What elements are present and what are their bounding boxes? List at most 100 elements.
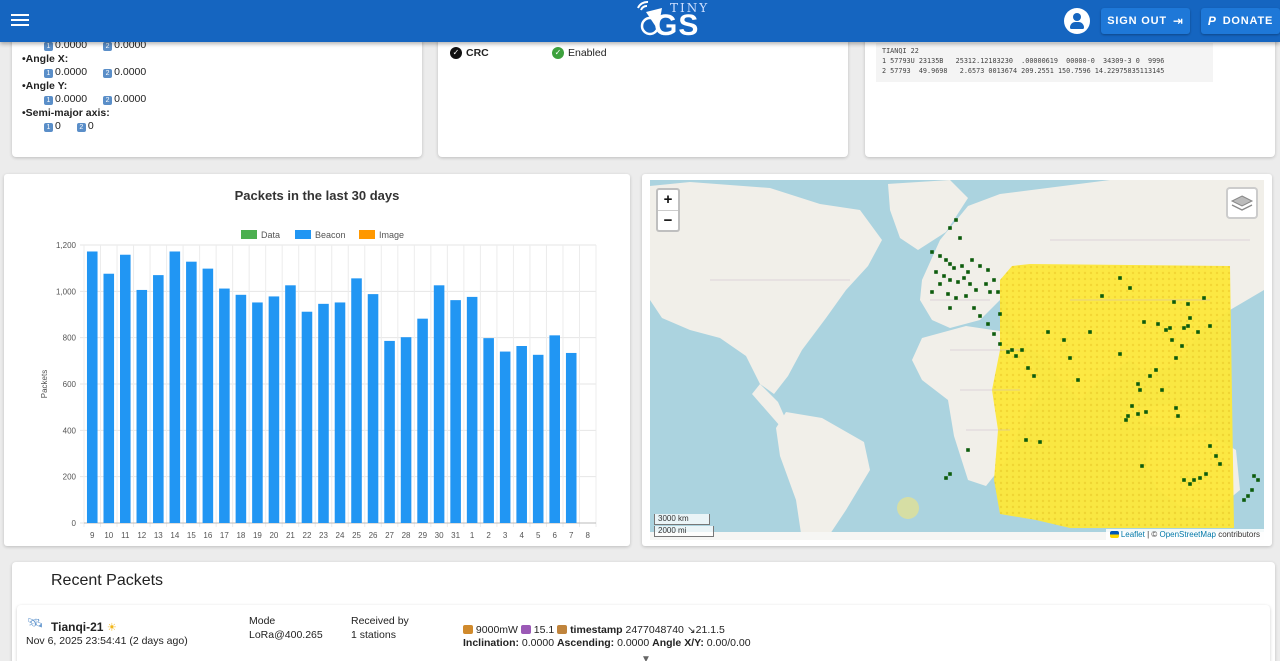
- station-marker[interactable]: [1024, 438, 1028, 442]
- station-marker[interactable]: [986, 322, 990, 326]
- station-marker[interactable]: [1144, 410, 1148, 414]
- station-marker[interactable]: [974, 288, 978, 292]
- station-marker[interactable]: [954, 218, 958, 222]
- packet-satellite-name[interactable]: Tianqi-21 ☀: [51, 620, 117, 634]
- sign-out-button[interactable]: SIGN OUT ⇥: [1101, 8, 1190, 34]
- station-marker[interactable]: [1128, 286, 1132, 290]
- station-marker[interactable]: [1118, 352, 1122, 356]
- station-marker[interactable]: [1246, 494, 1250, 498]
- station-marker[interactable]: [948, 278, 952, 282]
- station-marker[interactable]: [930, 250, 934, 254]
- station-marker[interactable]: [972, 306, 976, 310]
- station-marker[interactable]: [1088, 330, 1092, 334]
- leaflet-link[interactable]: Leaflet: [1121, 530, 1145, 539]
- station-marker[interactable]: [1026, 366, 1030, 370]
- station-marker[interactable]: [1202, 296, 1206, 300]
- station-marker[interactable]: [966, 270, 970, 274]
- station-marker[interactable]: [992, 278, 996, 282]
- station-marker[interactable]: [944, 476, 948, 480]
- station-marker[interactable]: [1174, 406, 1178, 410]
- station-marker[interactable]: [1180, 344, 1184, 348]
- station-marker[interactable]: [952, 266, 956, 270]
- station-marker[interactable]: [1256, 478, 1260, 482]
- zoom-out-button[interactable]: −: [658, 210, 678, 230]
- station-marker[interactable]: [956, 280, 960, 284]
- station-marker[interactable]: [1160, 388, 1164, 392]
- station-marker[interactable]: [962, 276, 966, 280]
- station-marker[interactable]: [998, 342, 1002, 346]
- station-marker[interactable]: [1156, 322, 1160, 326]
- station-marker[interactable]: [1062, 338, 1066, 342]
- station-marker[interactable]: [960, 264, 964, 268]
- station-marker[interactable]: [978, 314, 982, 318]
- station-marker[interactable]: [1140, 464, 1144, 468]
- station-marker[interactable]: [1076, 378, 1080, 382]
- station-marker[interactable]: [946, 292, 950, 296]
- station-marker[interactable]: [1250, 488, 1254, 492]
- station-marker[interactable]: [1252, 474, 1256, 478]
- osm-link[interactable]: OpenStreetMap: [1159, 530, 1215, 539]
- station-marker[interactable]: [1046, 330, 1050, 334]
- station-marker[interactable]: [1136, 412, 1140, 416]
- station-marker[interactable]: [970, 258, 974, 262]
- station-marker[interactable]: [1038, 440, 1042, 444]
- station-marker[interactable]: [998, 312, 1002, 316]
- station-marker[interactable]: [988, 290, 992, 294]
- station-marker[interactable]: [1198, 476, 1202, 480]
- donate-button[interactable]: P DONATE: [1201, 8, 1280, 34]
- station-marker[interactable]: [1100, 294, 1104, 298]
- station-marker[interactable]: [948, 306, 952, 310]
- station-marker[interactable]: [1242, 498, 1246, 502]
- station-marker[interactable]: [1130, 404, 1134, 408]
- station-marker[interactable]: [1168, 326, 1172, 330]
- station-marker[interactable]: [1214, 454, 1218, 458]
- station-marker[interactable]: [1148, 374, 1152, 378]
- menu-icon[interactable]: [10, 11, 30, 31]
- station-marker[interactable]: [948, 262, 952, 266]
- station-marker[interactable]: [934, 270, 938, 274]
- station-marker[interactable]: [1208, 324, 1212, 328]
- station-marker[interactable]: [1182, 326, 1186, 330]
- station-marker[interactable]: [1218, 462, 1222, 466]
- station-marker[interactable]: [1176, 414, 1180, 418]
- station-marker[interactable]: [938, 254, 942, 258]
- chevron-down-icon[interactable]: ▼: [641, 654, 651, 661]
- station-marker[interactable]: [1006, 350, 1010, 354]
- station-marker[interactable]: [1182, 478, 1186, 482]
- tinygs-logo[interactable]: TINY GS: [632, 0, 716, 42]
- station-marker[interactable]: [1136, 382, 1140, 386]
- station-marker[interactable]: [1188, 482, 1192, 486]
- station-marker[interactable]: [984, 282, 988, 286]
- station-marker[interactable]: [978, 264, 982, 268]
- station-marker[interactable]: [958, 236, 962, 240]
- station-marker[interactable]: [1014, 354, 1018, 358]
- station-marker[interactable]: [948, 472, 952, 476]
- station-marker[interactable]: [944, 258, 948, 262]
- station-marker[interactable]: [1174, 356, 1178, 360]
- station-marker[interactable]: [1164, 328, 1168, 332]
- station-marker[interactable]: [966, 448, 970, 452]
- station-marker[interactable]: [1192, 478, 1196, 482]
- station-marker[interactable]: [954, 296, 958, 300]
- station-marker[interactable]: [992, 332, 996, 336]
- station-marker[interactable]: [1208, 444, 1212, 448]
- station-marker[interactable]: [1118, 276, 1122, 280]
- station-marker[interactable]: [1170, 338, 1174, 342]
- station-marker[interactable]: [1126, 414, 1130, 418]
- packet-row[interactable]: 🛰 Tianqi-21 ☀ Nov 6, 2025 23:54:41 (2 da…: [17, 605, 1270, 661]
- station-marker[interactable]: [1068, 356, 1072, 360]
- station-marker[interactable]: [1032, 374, 1036, 378]
- layers-button[interactable]: [1226, 187, 1258, 219]
- account-icon[interactable]: [1064, 8, 1090, 34]
- zoom-in-button[interactable]: +: [658, 190, 678, 210]
- station-marker[interactable]: [964, 294, 968, 298]
- station-marker[interactable]: [968, 282, 972, 286]
- station-marker[interactable]: [1196, 330, 1200, 334]
- station-marker[interactable]: [1010, 348, 1014, 352]
- station-marker[interactable]: [986, 268, 990, 272]
- station-marker[interactable]: [1138, 388, 1142, 392]
- station-marker[interactable]: [948, 226, 952, 230]
- station-marker[interactable]: [942, 274, 946, 278]
- station-marker[interactable]: [1124, 418, 1128, 422]
- station-marker[interactable]: [938, 282, 942, 286]
